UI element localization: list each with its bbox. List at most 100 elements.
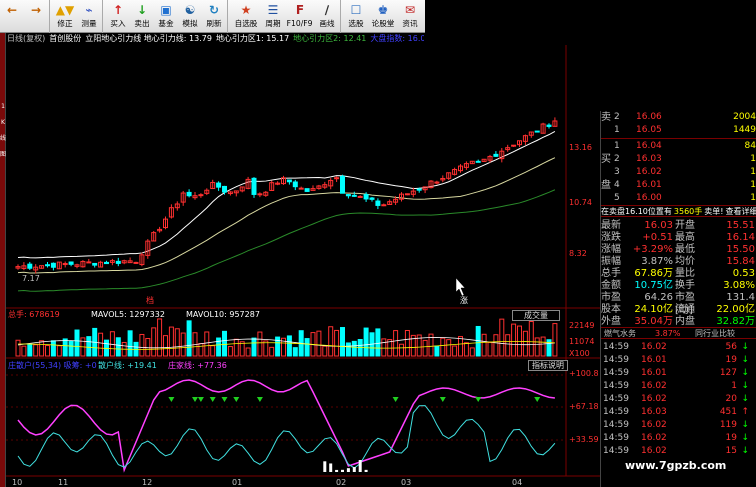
volume-bar [446,339,452,357]
info-item: 日线(复权) [7,34,46,43]
volume-bar [552,323,558,357]
volume-bar [487,342,493,357]
trade-time: 14:59 [603,368,629,378]
trade-time: 14:59 [603,394,629,404]
trade-price: 16.01 [641,355,667,365]
volume-bar [45,345,50,357]
volume-bar [50,340,56,357]
trade-row: 14:59 16.02 1 ↓ [601,380,756,392]
volume-bar [186,320,192,357]
volume-bar [33,344,39,357]
trade-price: 16.02 [641,446,667,456]
trade-qty: 56 [725,342,737,352]
chart-info-bar: 日线(复权) 首创股份 立阳地心引力线 地心引力线: 13.79 地心引力区1: 15… [6,33,424,45]
volume-bar [469,347,475,357]
volume-bar [56,345,62,357]
price-axis-label: 13.16 [569,143,592,152]
buy-signal-marker [256,397,263,402]
trade-time: 14:59 [603,342,629,352]
trade-row: 14:59 16.01 127 ↓ [601,367,756,379]
month-label: 02 [336,478,346,487]
volume-bar [393,330,399,357]
candle-body [475,160,481,163]
ma-line-support [17,189,556,292]
orderbook-side-label: 卖 [601,112,611,123]
buy-signal-marker [439,397,446,402]
volume-bar [286,335,292,357]
large-order-alert[interactable]: 在卖盘16.10位置有 3560手 卖单! 查看详细 [601,205,756,217]
buy-signal-marker [475,397,482,402]
trade-row: 14:59 16.01 19 ↓ [601,354,756,366]
up-arrow-icon: ↑ [741,407,749,417]
volume-bar [322,345,328,357]
retail-line-label: 散户线: +19.41 [98,360,157,370]
volume-bar [452,345,458,357]
volume-bar [505,334,511,357]
volume-bar [68,340,74,357]
tab-sector[interactable]: 燃气水务 [601,328,655,338]
info-item: 大盘指数: 16.03 [370,34,424,43]
volume-bar [434,345,440,357]
price-axis-label: 10.74 [569,198,592,207]
volume-bar [198,343,204,357]
orderbook-price: 16.00 [636,193,662,203]
volume-indicator-button[interactable]: 成交量 [512,310,560,321]
orderbook-volume: 84 [744,141,756,151]
volume-bar [27,344,33,357]
absorption-bar [352,467,356,472]
volume-bar [62,338,68,357]
volume-bar [168,326,174,357]
orderbook-level: 4 [614,180,620,190]
orderbook-price: 16.05 [636,125,662,135]
buy-signal-marker [221,397,228,402]
candle-body [416,188,422,191]
volume-bar [499,318,505,357]
orderbook-level: 2 [614,154,620,164]
orderbook-level: 1 [614,141,620,151]
candle-body [104,261,109,265]
month-label: 12 [142,478,152,487]
orderbook-price: 16.04 [636,141,662,151]
candle-body [493,153,499,157]
indicator-help-button[interactable]: 指标说明 [528,360,568,371]
orderbook-row: 买 2 16.03 1 [601,153,756,166]
candle-body [298,187,304,190]
volume-bar [540,336,546,357]
volume-bar [528,320,534,357]
alert-detail-link[interactable]: 查看详细 [725,207,756,216]
volume-bar [522,330,528,357]
orderbook-row: 5 16.00 1 [601,192,756,205]
info-item: 地心引力区2: 12.41 [293,34,367,43]
sector-change: 3.87% [655,329,681,338]
candle-body [251,177,257,195]
trade-qty: 20 [725,394,737,404]
orderbook-side-label [601,166,614,179]
tab-peer-compare[interactable]: 同行业比较 [695,328,735,338]
candle-body [198,194,204,197]
down-arrow-icon: ↓ [741,433,749,443]
volume-bar [157,318,163,357]
info-item: 地心引力区1: 15.17 [215,34,290,43]
candle-body [304,188,310,192]
down-arrow-icon: ↓ [741,355,749,365]
volume-bar [404,329,410,357]
buy-signal-marker [197,397,204,402]
volume-ma5-label: MAVOL5: 1297332 [91,310,165,319]
trade-qty: 1 [731,381,737,391]
volume-bar [21,345,27,357]
indicator-scale-label: +67.18 [569,402,599,411]
orderbook-row: 盘 4 16.01 1 [601,179,756,192]
trade-qty: 119 [719,420,737,430]
kline-chart[interactable]: 13.16 10.74 8.32 7.17 档 涨总手: 678619 MAVOL5: 12… [6,0,606,487]
trade-price: 16.01 [641,368,667,378]
banker-line [17,379,555,473]
trade-qty: 127 [719,368,737,378]
candle-body [133,261,139,264]
trade-price: 16.02 [641,381,667,391]
indicator-name-label: 庄散户(55,34) 吸筹: +0 [8,360,97,370]
volume-bar [222,330,227,357]
orderbook-volume: 1 [750,154,756,164]
orderbook-row: 1 16.05 1449 [601,124,756,137]
banker-line-label: 庄家线: +77.36 [168,360,227,370]
volume-total-label: 总手: 678619 [8,309,60,319]
